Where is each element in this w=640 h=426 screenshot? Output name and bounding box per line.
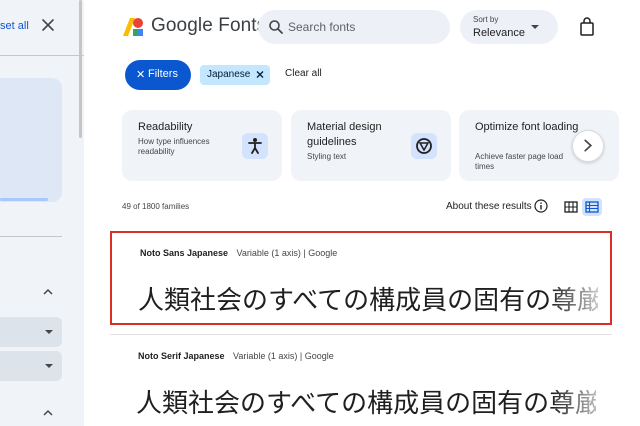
filter-sidebar: Reset all bbox=[0, 0, 84, 426]
card-title: Readability bbox=[138, 121, 193, 133]
chip-label: Japanese bbox=[207, 69, 251, 80]
sidebar-select[interactable] bbox=[0, 317, 62, 347]
google-fonts-logo-icon[interactable] bbox=[122, 17, 144, 37]
chevron-up-icon[interactable] bbox=[41, 406, 55, 420]
caret-down-icon bbox=[45, 364, 53, 368]
font-meta: Variable (1 axis) | Google bbox=[236, 248, 338, 258]
card-subtitle: How type influences readability bbox=[138, 137, 210, 156]
font-header: Noto Sans Japanese Variable (1 axis) | G… bbox=[140, 248, 337, 258]
shopping-bag-icon[interactable] bbox=[578, 17, 596, 37]
logo-text[interactable]: Google Fonts bbox=[151, 15, 266, 37]
sort-value: Relevance bbox=[473, 27, 525, 39]
font-sample-text: 人類社会のすべての構成員の固有の尊厳 bbox=[136, 389, 596, 419]
chevron-right-icon bbox=[584, 139, 593, 152]
close-icon[interactable] bbox=[38, 15, 58, 35]
filters-button-label: Filters bbox=[148, 68, 178, 80]
results-count: 49 of 1800 families bbox=[122, 202, 190, 211]
clear-all-button[interactable]: Clear all bbox=[285, 68, 322, 79]
sidebar-preview-card[interactable] bbox=[0, 78, 62, 202]
sort-dropdown[interactable]: Sort by Relevance bbox=[460, 10, 558, 44]
sidebar-scrollbar[interactable] bbox=[79, 0, 82, 138]
accessibility-icon bbox=[242, 133, 268, 159]
reset-all-link[interactable]: Reset all bbox=[0, 20, 29, 32]
filters-button[interactable]: ✕ Filters bbox=[125, 60, 191, 90]
topic-card-material-design[interactable]: Material design guidelines Styling text bbox=[291, 110, 451, 181]
font-name[interactable]: Noto Sans Japanese bbox=[140, 248, 228, 258]
filter-chip-japanese[interactable]: Japanese bbox=[200, 65, 270, 85]
list-view-icon bbox=[585, 201, 599, 213]
close-icon: ✕ bbox=[136, 69, 146, 81]
caret-down-icon bbox=[531, 25, 539, 29]
material-icon bbox=[411, 133, 437, 159]
sample-fade bbox=[552, 336, 612, 426]
about-results-link[interactable]: About these results bbox=[446, 201, 532, 212]
sidebar-divider bbox=[0, 55, 84, 56]
card-title: Material design guidelines bbox=[307, 121, 382, 148]
search-box[interactable]: Search fonts bbox=[258, 10, 450, 44]
next-cards-button[interactable] bbox=[572, 130, 604, 162]
font-name[interactable]: Noto Serif Japanese bbox=[138, 351, 225, 361]
close-icon[interactable] bbox=[255, 69, 265, 80]
size-slider[interactable] bbox=[0, 198, 48, 201]
google-fonts-page: Reset all Google Fonts bbox=[0, 0, 640, 426]
row-divider bbox=[110, 334, 612, 335]
caret-down-icon bbox=[45, 330, 53, 334]
font-meta: Variable (1 axis) | Google bbox=[233, 351, 334, 361]
font-row-noto-sans-jp[interactable]: Noto Sans Japanese Variable (1 axis) | G… bbox=[110, 231, 612, 325]
topic-card-readability[interactable]: Readability How type influences readabil… bbox=[122, 110, 282, 181]
font-sample-text: 人類社会のすべての構成員の固有の尊厳 bbox=[138, 286, 598, 316]
card-subtitle: Styling text bbox=[307, 152, 347, 161]
search-input[interactable]: Search fonts bbox=[288, 20, 355, 34]
font-row-noto-serif-jp[interactable]: Noto Serif Japanese Variable (1 axis) | … bbox=[110, 336, 612, 426]
chevron-up-icon[interactable] bbox=[41, 285, 55, 299]
sample-fade bbox=[550, 233, 610, 323]
sidebar-divider bbox=[0, 236, 62, 237]
info-icon[interactable] bbox=[534, 199, 548, 213]
font-header: Noto Serif Japanese Variable (1 axis) | … bbox=[138, 351, 334, 361]
card-subtitle: Achieve faster page load times bbox=[475, 152, 564, 171]
list-view-button[interactable] bbox=[582, 198, 602, 216]
search-icon bbox=[269, 20, 283, 34]
sort-label: Sort by bbox=[473, 15, 499, 24]
grid-view-icon[interactable] bbox=[562, 198, 580, 216]
card-title: Optimize font loading bbox=[475, 121, 579, 133]
sidebar-select[interactable] bbox=[0, 351, 62, 381]
